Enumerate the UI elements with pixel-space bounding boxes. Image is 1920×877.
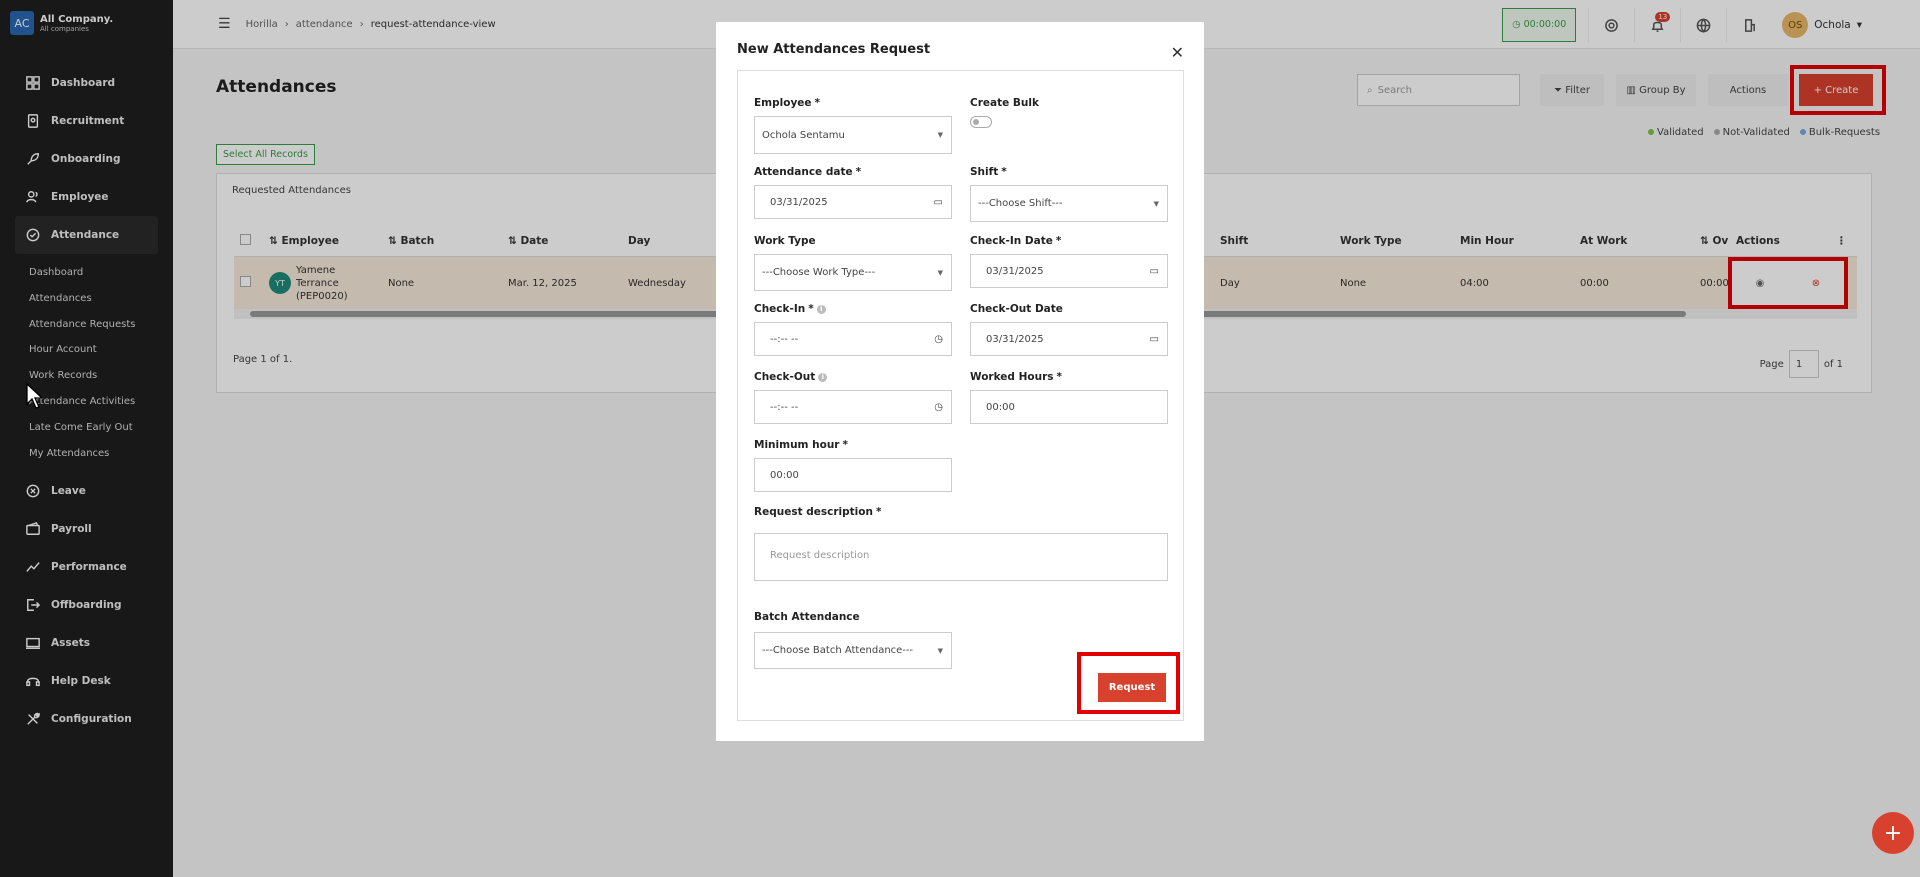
work-type-select[interactable]: ---Choose Work Type--- ▼ [754, 254, 952, 291]
attendance-date-label: Attendance date * [754, 165, 952, 179]
batch-attendance-field: Batch Attendance ---Choose Batch Attenda… [754, 610, 952, 669]
calendar-icon: ▭ [1149, 265, 1159, 277]
chevron-down-icon: ▼ [937, 646, 943, 655]
request-description-textarea[interactable]: Request description [754, 533, 1168, 581]
chevron-down-icon: ▼ [937, 131, 943, 139]
employee-label: Employee * [754, 96, 952, 110]
checkout-field: Check-Out i --:-- -- ◷ [754, 370, 952, 424]
batch-attendance-label: Batch Attendance [754, 611, 860, 623]
modal-title: New Attendances Request [737, 42, 931, 57]
request-description-field: Request description * Request description [754, 505, 1168, 581]
employee-label-text: Employee [754, 97, 812, 109]
required-marker: * [855, 166, 862, 178]
highlight-request [1077, 652, 1180, 714]
minimum-hour-field: Minimum hour * 00:00 [754, 438, 952, 492]
clock-icon: ◷ [934, 333, 943, 345]
required-marker: * [808, 303, 814, 315]
clock-icon: ◷ [934, 401, 943, 413]
calendar-icon: ▭ [933, 196, 943, 208]
worked-hours-input[interactable]: 00:00 [970, 390, 1168, 424]
required-marker: * [1056, 371, 1063, 383]
checkin-date-value: 03/31/2025 [986, 265, 1044, 277]
checkin-date-input[interactable]: 03/31/2025 ▭ [970, 254, 1168, 288]
info-icon[interactable]: i [816, 304, 826, 314]
create-bulk-label: Create Bulk [970, 97, 1039, 109]
checkin-date-field: Check-In Date * 03/31/2025 ▭ [970, 234, 1168, 288]
checkin-label: Check-In * i [754, 302, 952, 316]
required-marker: * [1055, 235, 1062, 247]
checkout-time-input[interactable]: --:-- -- ◷ [754, 390, 952, 424]
worked-hours-value: 00:00 [986, 401, 1015, 413]
checkin-field: Check-In * i --:-- -- ◷ [754, 302, 952, 356]
shift-select[interactable]: ---Choose Shift--- ▼ [970, 185, 1168, 222]
shift-field: Shift * ---Choose Shift--- ▼ [970, 165, 1168, 222]
attendance-date-value: 03/31/2025 [770, 196, 828, 208]
checkin-value: --:-- -- [770, 333, 799, 345]
attendance-date-input[interactable]: 03/31/2025 ▭ [754, 185, 952, 219]
work-type-value: ---Choose Work Type--- [762, 267, 876, 278]
shift-label: Shift * [970, 165, 1168, 179]
request-description-label: Request description * [754, 505, 1168, 519]
work-type-field: Work Type ---Choose Work Type--- ▼ [754, 234, 952, 291]
employee-select[interactable]: Ochola Sentamu ▼ [754, 116, 952, 154]
batch-attendance-select[interactable]: ---Choose Batch Attendance--- ▼ [754, 632, 952, 669]
attendance-date-field: Attendance date * 03/31/2025 ▭ [754, 165, 952, 219]
worked-hours-label-text: Worked Hours [970, 371, 1054, 383]
employee-field: Employee * Ochola Sentamu ▼ [754, 96, 952, 154]
shift-label-text: Shift [970, 166, 999, 178]
request-description-label-text: Request description [754, 506, 873, 518]
employee-value: Ochola Sentamu [762, 129, 845, 141]
minimum-hour-label-text: Minimum hour [754, 439, 840, 451]
required-marker: * [814, 97, 821, 109]
chevron-down-icon: ▼ [937, 268, 943, 277]
minimum-hour-input[interactable]: 00:00 [754, 458, 952, 492]
work-type-label: Work Type [754, 235, 816, 247]
new-attendance-request-modal: New Attendances Request ✕ Employee * Ocho… [716, 22, 1204, 741]
checkout-date-input[interactable]: 03/31/2025 ▭ [970, 322, 1168, 356]
checkout-label: Check-Out i [754, 370, 952, 384]
worked-hours-label: Worked Hours * [970, 370, 1168, 384]
checkin-label-text: Check-In [754, 303, 806, 315]
floating-add-button[interactable]: + [1872, 812, 1914, 854]
required-marker: * [875, 506, 882, 518]
create-bulk-field: Create Bulk [970, 96, 1039, 128]
calendar-icon: ▭ [1149, 333, 1159, 345]
minimum-hour-label: Minimum hour * [754, 438, 952, 452]
close-icon[interactable]: ✕ [1171, 43, 1184, 62]
info-icon[interactable]: i [818, 372, 828, 382]
worked-hours-field: Worked Hours * 00:00 [970, 370, 1168, 424]
checkout-value: --:-- -- [770, 401, 799, 413]
required-marker: * [842, 439, 848, 451]
required-marker: * [1001, 166, 1007, 178]
checkin-time-input[interactable]: --:-- -- ◷ [754, 322, 952, 356]
mouse-cursor-icon [26, 383, 44, 409]
checkout-date-value: 03/31/2025 [986, 333, 1044, 345]
attendance-date-label-text: Attendance date [754, 166, 853, 178]
create-bulk-toggle[interactable] [970, 116, 992, 128]
checkin-date-label-text: Check-In Date [970, 235, 1053, 247]
modal-form: Employee * Ochola Sentamu ▼ Create Bulk At… [737, 70, 1184, 721]
checkout-label-text: Check-Out [754, 371, 816, 383]
checkout-date-label: Check-Out Date [970, 303, 1063, 315]
checkin-date-label: Check-In Date * [970, 234, 1168, 248]
batch-attendance-value: ---Choose Batch Attendance--- [762, 645, 914, 656]
shift-value: ---Choose Shift--- [978, 198, 1063, 209]
chevron-down-icon: ▼ [1153, 199, 1159, 208]
checkout-date-field: Check-Out Date 03/31/2025 ▭ [970, 302, 1168, 356]
minimum-hour-value: 00:00 [770, 469, 799, 481]
